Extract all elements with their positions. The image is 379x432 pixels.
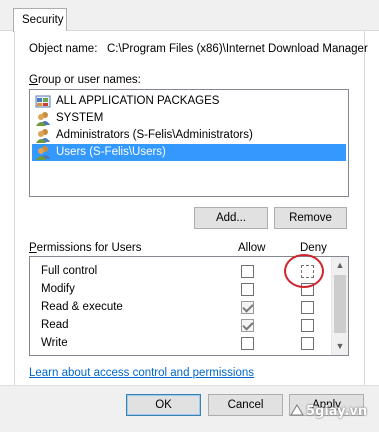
permission-row: Write <box>30 335 332 353</box>
users-icon <box>35 128 51 143</box>
permission-name: Modify <box>41 283 75 295</box>
watermark-text: 5giay.vn <box>306 404 368 419</box>
ok-button[interactable]: OK <box>126 394 201 416</box>
annotation-circle <box>284 254 324 288</box>
list-item-label: SYSTEM <box>56 112 104 124</box>
allow-column-header: Allow <box>238 242 266 254</box>
list-item-label: ALL APPLICATION PACKAGES <box>56 95 220 107</box>
permission-row: Modify <box>30 281 332 299</box>
allow-checkbox[interactable] <box>241 355 254 356</box>
cancel-button[interactable]: Cancel <box>208 394 283 416</box>
deny-column-header: Deny <box>300 242 327 254</box>
permission-name: Full control <box>41 265 98 277</box>
permissions-label: Permissions for Users <box>29 242 141 254</box>
users-icon <box>35 145 51 160</box>
object-name-label: Object name: <box>29 43 98 55</box>
list-item[interactable]: ALL APPLICATION PACKAGES <box>32 93 346 110</box>
group-list-label: Group or user names: <box>29 74 141 86</box>
permission-name: Write <box>41 337 68 349</box>
list-item-selected[interactable]: Users (S-Felis\Users) <box>32 144 346 161</box>
group-user-list[interactable]: ALL APPLICATION PACKAGES SYSTEM Administ… <box>29 89 349 197</box>
permission-row: Read <box>30 317 332 335</box>
allow-checkbox[interactable] <box>241 337 254 350</box>
permission-name: Read & execute <box>41 301 123 313</box>
group-label-accelerator: G <box>29 74 38 86</box>
scroll-down-icon[interactable]: ▼ <box>332 338 348 355</box>
watermark-logo-icon <box>290 404 304 416</box>
permission-row-partial <box>30 353 332 356</box>
list-item-label: Administrators (S-Felis\Administrators) <box>56 129 253 141</box>
deny-checkbox[interactable] <box>301 319 314 332</box>
users-icon <box>35 111 51 126</box>
remove-button[interactable]: Remove <box>274 207 347 229</box>
deny-checkbox[interactable] <box>301 301 314 314</box>
learn-access-control-link[interactable]: Learn about access control and permissio… <box>29 367 254 379</box>
tab-strip: Security <box>0 0 379 32</box>
deny-checkbox[interactable] <box>301 337 314 350</box>
permissions-scrollbar[interactable]: ▲ ▼ <box>331 257 348 355</box>
list-item-label: Users (S-Felis\Users) <box>56 146 166 158</box>
allow-checkbox[interactable] <box>241 319 254 332</box>
deny-checkbox[interactable] <box>301 355 314 356</box>
list-item[interactable]: Administrators (S-Felis\Administrators) <box>32 127 346 144</box>
list-item[interactable]: SYSTEM <box>32 110 346 127</box>
packages-icon <box>35 94 51 109</box>
group-label-text: roup or user names: <box>37 74 141 86</box>
scroll-up-icon[interactable]: ▲ <box>332 257 348 274</box>
scroll-thumb[interactable] <box>334 275 346 333</box>
watermark: 5giay.vn <box>290 404 367 419</box>
object-name-value: C:\Program Files (x86)\Internet Download… <box>107 43 368 55</box>
allow-checkbox[interactable] <box>241 265 254 278</box>
permissions-label-text: ermissions for Users <box>36 242 142 254</box>
allow-checkbox[interactable] <box>241 301 254 314</box>
tab-security[interactable]: Security <box>13 8 67 32</box>
add-button[interactable]: Add... <box>194 207 268 229</box>
permission-row: Read & execute <box>30 299 332 317</box>
permission-name: Read <box>41 319 69 331</box>
permissions-label-accelerator: P <box>29 242 37 254</box>
allow-checkbox[interactable] <box>241 283 254 296</box>
